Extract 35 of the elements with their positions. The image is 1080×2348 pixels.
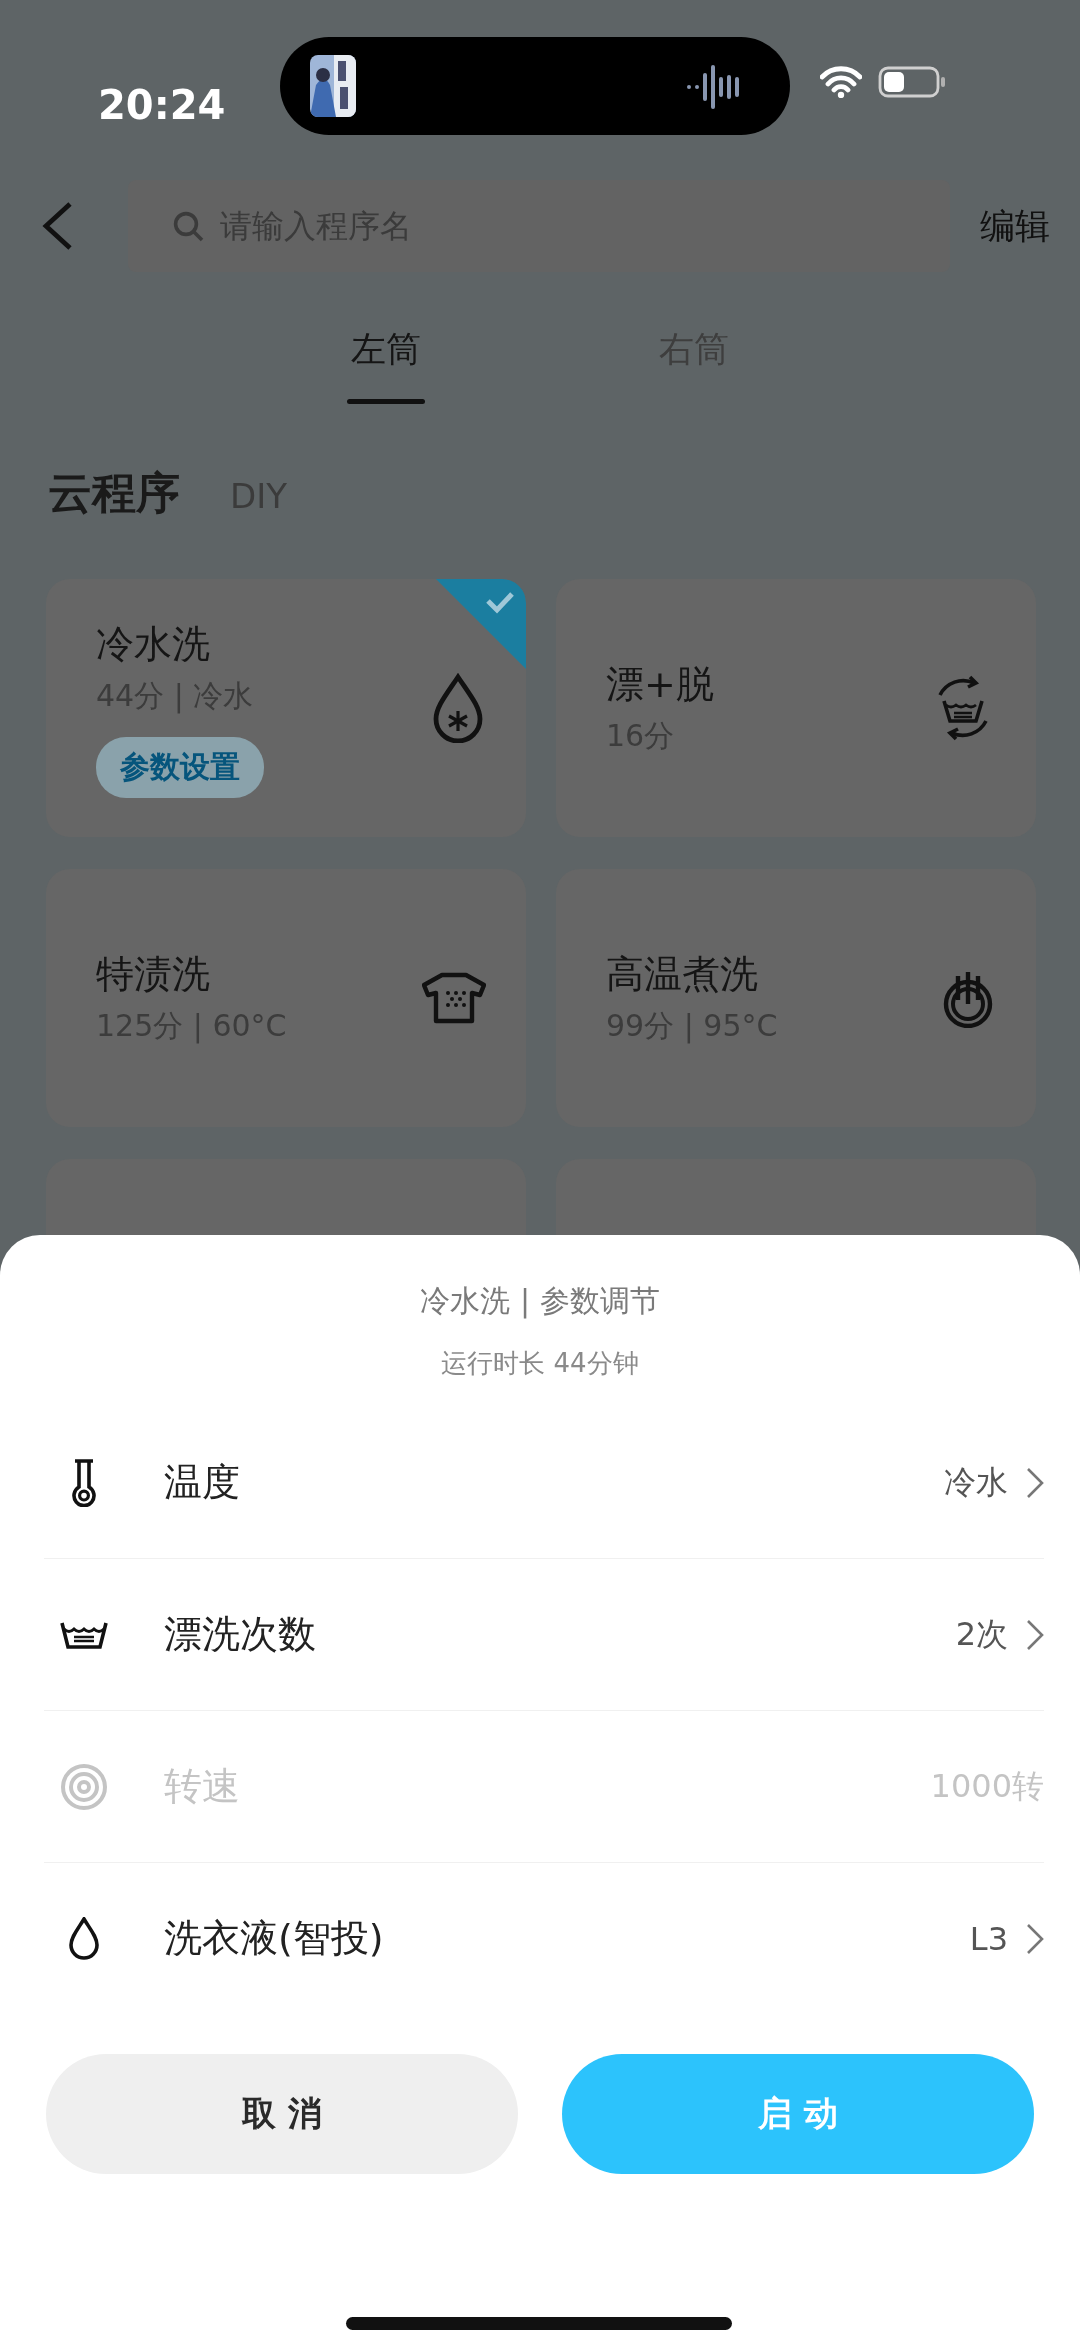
search-icon: [172, 210, 204, 242]
setting-label: 洗衣液(智投): [164, 1915, 385, 1962]
thermometer-icon: [69, 1458, 99, 1507]
status-time: 20:24: [98, 85, 227, 125]
run-duration: 运行时长 44分钟: [441, 1347, 639, 1380]
drop-icon: [68, 1916, 100, 1961]
battery-icon: [878, 66, 946, 98]
setting-label: 温度: [164, 1459, 241, 1506]
program-name: 特渍洗: [96, 951, 211, 998]
program-name: 高温煮洗: [606, 951, 759, 998]
setting-row[interactable]: 温度 冷水: [44, 1407, 1044, 1559]
setting-row[interactable]: 漂洗次数 2次: [44, 1559, 1044, 1711]
setting-value: 1000转: [930, 1765, 1044, 1807]
setting-label: 漂洗次数: [164, 1611, 317, 1658]
setting-value: 冷水: [944, 1461, 1008, 1503]
chevron-icon: [1026, 1922, 1044, 1955]
wifi-icon: [820, 66, 862, 98]
program-name: 漂+脱: [606, 661, 714, 708]
setting-value: 2次: [955, 1613, 1008, 1655]
section-tab[interactable]: 云程序: [48, 464, 180, 523]
cancel-button[interactable]: 取 消: [46, 2054, 518, 2174]
spiral-icon: [60, 1762, 108, 1811]
settings-button[interactable]: 参数设置: [96, 736, 264, 798]
program-name: 冷水洗: [96, 620, 211, 668]
setting-label: 转速: [164, 1763, 241, 1810]
start-button[interactable]: 启 动: [562, 2054, 1034, 2174]
chevron-icon: [1026, 1466, 1044, 1499]
setting-value: L3: [969, 1919, 1008, 1958]
sheet-title: 冷水洗 | 参数调节: [420, 1282, 660, 1321]
edit-link[interactable]: 编辑: [980, 202, 1050, 250]
audio-wave-icon: [685, 65, 741, 109]
t-shirt-icon: [422, 971, 486, 1025]
chevron-icon: [1026, 1618, 1044, 1651]
drum-tab[interactable]: 左筒: [327, 326, 445, 404]
setting-row[interactable]: 洗衣液(智投) L3: [44, 1863, 1044, 2014]
